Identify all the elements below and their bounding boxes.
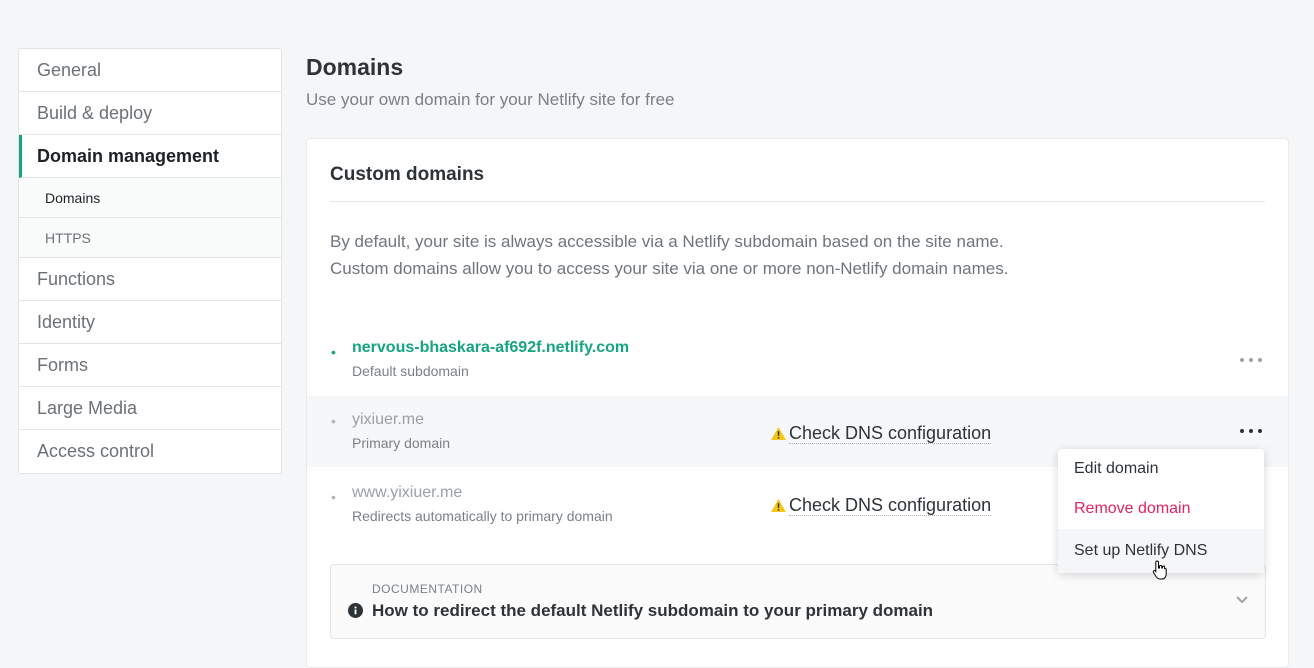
domain-name-link[interactable]: nervous-bhaskara-af692f.netlify.com bbox=[352, 339, 629, 357]
bullet-icon: • bbox=[331, 413, 336, 429]
domain-note: Primary domain bbox=[352, 435, 451, 451]
more-options-icon[interactable] bbox=[1240, 353, 1262, 367]
warning-icon bbox=[771, 427, 786, 440]
more-options-icon[interactable] bbox=[1240, 424, 1262, 438]
documentation-label: DOCUMENTATION bbox=[372, 582, 483, 596]
settings-sidebar: General Build & deploy Domain management… bbox=[18, 48, 282, 474]
edit-domain-menu-item[interactable]: Edit domain bbox=[1058, 449, 1264, 489]
hand-pointer-icon bbox=[1152, 560, 1167, 580]
domain-note: Default subdomain bbox=[352, 363, 469, 379]
bullet-icon: • bbox=[331, 344, 336, 360]
warning-icon bbox=[771, 499, 786, 512]
sidebar-item-build-deploy[interactable]: Build & deploy bbox=[19, 92, 281, 135]
chevron-down-icon[interactable] bbox=[1235, 595, 1249, 605]
domain-options-menu: Edit domain Remove domain Set up Netlify… bbox=[1058, 449, 1264, 573]
card-divider bbox=[330, 201, 1265, 202]
domain-name: www.yixiuer.me bbox=[352, 484, 463, 501]
sidebar-item-identity[interactable]: Identity bbox=[19, 301, 281, 344]
remove-domain-menu-item[interactable]: Remove domain bbox=[1058, 489, 1264, 529]
sidebar-subitem-domains[interactable]: Domains bbox=[19, 178, 281, 218]
custom-domains-card: Custom domains By default, your site is … bbox=[306, 138, 1289, 668]
bullet-icon: • bbox=[331, 489, 336, 505]
sidebar-subitem-https[interactable]: HTTPS bbox=[19, 218, 281, 258]
page-subtitle: Use your own domain for your Netlify sit… bbox=[306, 90, 675, 109]
check-dns-link[interactable]: Check DNS configuration bbox=[771, 423, 992, 444]
documentation-box[interactable]: DOCUMENTATION How to redirect the defaul… bbox=[330, 564, 1266, 639]
sidebar-item-forms[interactable]: Forms bbox=[19, 344, 281, 387]
card-title: Custom domains bbox=[330, 164, 485, 185]
sidebar-item-functions[interactable]: Functions bbox=[19, 258, 281, 301]
page-title: Domains bbox=[306, 54, 404, 80]
check-dns-link[interactable]: Check DNS configuration bbox=[771, 495, 992, 516]
info-icon bbox=[348, 603, 363, 618]
sidebar-item-access-control[interactable]: Access control bbox=[19, 430, 281, 473]
card-description: By default, your site is always accessib… bbox=[330, 232, 1009, 278]
domain-name: yixiuer.me bbox=[352, 411, 425, 428]
sidebar-item-domain-management[interactable]: Domain management bbox=[19, 135, 281, 178]
sidebar-item-large-media[interactable]: Large Media bbox=[19, 387, 281, 430]
domain-note: Redirects automatically to primary domai… bbox=[352, 508, 613, 524]
sidebar-item-general[interactable]: General bbox=[19, 49, 281, 92]
documentation-title[interactable]: How to redirect the default Netlify subd… bbox=[372, 601, 933, 621]
